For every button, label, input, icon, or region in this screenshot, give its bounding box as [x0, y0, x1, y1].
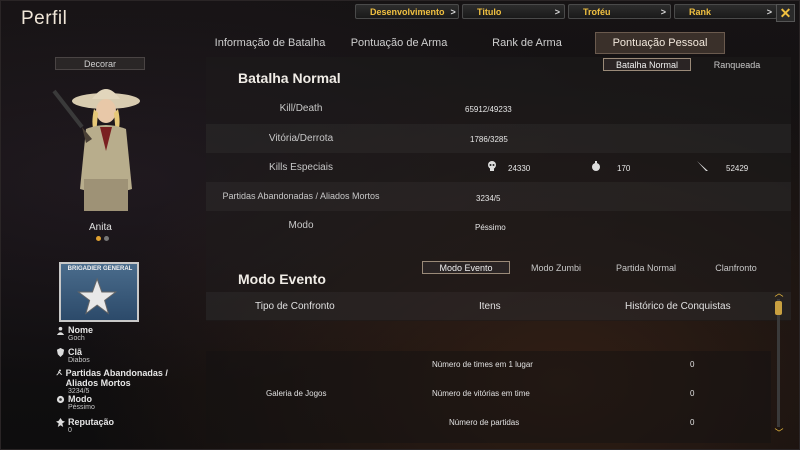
- scroll-thumb[interactable]: [775, 301, 782, 315]
- abandoned-value: 3234/5: [476, 194, 501, 203]
- info-name: Nome Goch: [56, 325, 93, 342]
- skull-icon: [488, 161, 496, 171]
- scroll-down-icon[interactable]: ﹀: [773, 429, 785, 438]
- abandoned-label: Partidas Abandonadas / Aliados Mortos: [222, 191, 380, 201]
- close-button[interactable]: ✕: [776, 4, 795, 22]
- column-achievements: Histórico de Conquistas: [625, 301, 731, 312]
- carousel-dots: [96, 236, 109, 241]
- grenade-icon: [592, 161, 600, 171]
- carousel-dot[interactable]: [96, 236, 101, 241]
- subtab-normal-battle[interactable]: Batalha Normal: [603, 58, 691, 71]
- nav-label: Rank: [689, 6, 712, 17]
- mode-label: Modo: [288, 220, 314, 231]
- stat-label: Número de partidas: [449, 418, 520, 427]
- nav-label: Titulo: [477, 6, 502, 17]
- mode-row: Modo Péssimo: [206, 211, 791, 240]
- abandoned-row: Partidas Abandonadas / Aliados Mortos 32…: [206, 182, 791, 211]
- column-confront-type: Tipo de Confronto: [255, 301, 335, 312]
- special-grenade-value: 170: [617, 164, 631, 173]
- chevron-right-icon: >: [450, 6, 456, 17]
- info-value: 0: [68, 427, 72, 434]
- info-label: Reputação: [68, 417, 115, 427]
- kd-value: 65912/49233: [465, 105, 512, 114]
- tab-weapon-rank[interactable]: Rank de Arma: [467, 32, 587, 54]
- knife-icon: [697, 161, 708, 171]
- info-label: Clã: [68, 347, 83, 357]
- info-value: Péssimo: [68, 404, 95, 411]
- special-kills-row: Kills Especiais 24330 170 52429: [206, 153, 791, 182]
- close-icon: ✕: [779, 4, 792, 21]
- info-label: Partidas Abandonadas / Aliados Mortos: [65, 368, 168, 388]
- subtab-event-mode[interactable]: Modo Evento: [422, 261, 510, 274]
- special-head-value: 24330: [508, 164, 531, 173]
- nav-rank-button[interactable]: Rank >: [674, 4, 777, 19]
- info-label: Nome: [68, 325, 94, 335]
- scroll-track[interactable]: [777, 299, 780, 427]
- person-icon: [56, 326, 65, 335]
- rank-badge: BRIGADIER GENERAL: [59, 262, 139, 322]
- stat-label: Número de vitórias em time: [432, 389, 530, 398]
- kd-label: Kill/Death: [279, 103, 323, 114]
- tab-personal-score[interactable]: Pontuação Pessoal: [595, 32, 725, 54]
- normal-battle-title: Batalha Normal: [238, 70, 341, 86]
- clan-icon: [56, 347, 65, 357]
- win-loss-value: 1786/3285: [470, 135, 508, 144]
- win-loss-row: Vitória/Derrota 1786/3285: [206, 124, 791, 153]
- gallery-label: Galeria de Jogos: [266, 389, 327, 398]
- decorate-button[interactable]: Decorar: [55, 57, 145, 70]
- info-mode: Modo Péssimo: [56, 394, 95, 411]
- stat-value: 0: [690, 389, 695, 398]
- stat-value: 0: [690, 360, 695, 369]
- scrollbar[interactable]: ︿ ﹀: [773, 289, 785, 439]
- running-icon: [56, 369, 63, 376]
- nav-label: Troféu: [583, 6, 611, 17]
- win-loss-label: Vitória/Derrota: [268, 133, 334, 144]
- info-reputation: Reputação 0: [56, 417, 114, 434]
- tab-battle-info[interactable]: Informação de Batalha: [205, 32, 335, 54]
- star-icon: [77, 277, 118, 315]
- kd-row: Kill/Death 65912/49233: [206, 95, 791, 124]
- chevron-right-icon: >: [766, 6, 772, 17]
- stat-value: 0: [690, 418, 695, 427]
- mode-icon: [56, 395, 65, 403]
- game-gallery-panel: Galeria de Jogos Número de times em 1 lu…: [206, 351, 771, 443]
- nav-trophy-button[interactable]: Troféu >: [568, 4, 671, 19]
- carousel-dot[interactable]: [104, 236, 109, 241]
- character-avatar: [52, 89, 140, 211]
- nav-title-button[interactable]: Titulo >: [462, 4, 565, 19]
- profile-window: Perfil Desenvolvimento > Titulo > Troféu > …: [0, 0, 800, 450]
- info-label: Modo: [68, 394, 92, 404]
- special-kills-label: Kills Especiais: [269, 162, 333, 173]
- subtab-zombie-mode[interactable]: Modo Zumbi: [514, 261, 598, 274]
- chevron-right-icon: >: [554, 6, 560, 17]
- special-knife-value: 52429: [726, 164, 749, 173]
- subtab-ranked[interactable]: Ranqueada: [695, 58, 779, 71]
- nav-development-button[interactable]: Desenvolvimento >: [355, 4, 459, 19]
- mode-value: Péssimo: [475, 223, 506, 232]
- subtab-clanfronto[interactable]: Clanfronto: [694, 261, 778, 274]
- info-abandoned: Partidas Abandonadas / Aliados Mortos 32…: [56, 368, 191, 395]
- character-name: Anita: [89, 222, 112, 233]
- top-nav: Desenvolvimento > Titulo > Troféu > Rank >: [355, 4, 777, 20]
- info-clan: Clã Diabos: [56, 347, 90, 364]
- event-columns-row: Tipo de Confronto Itens Histórico de Con…: [206, 292, 791, 320]
- reputation-icon: [56, 417, 65, 427]
- nav-label: Desenvolvimento: [370, 6, 445, 17]
- subtab-normal-match[interactable]: Partida Normal: [602, 261, 690, 274]
- column-items: Itens: [479, 301, 501, 312]
- info-value: Goch: [68, 335, 85, 342]
- chevron-right-icon: >: [660, 6, 666, 17]
- event-mode-title: Modo Evento: [238, 271, 326, 287]
- scroll-up-icon[interactable]: ︿: [773, 289, 785, 298]
- window-title: Perfil: [21, 8, 68, 29]
- tab-weapon-score[interactable]: Pontuação de Arma: [339, 32, 459, 54]
- info-value: Diabos: [68, 357, 90, 364]
- stat-label: Número de times em 1 lugar: [432, 360, 533, 369]
